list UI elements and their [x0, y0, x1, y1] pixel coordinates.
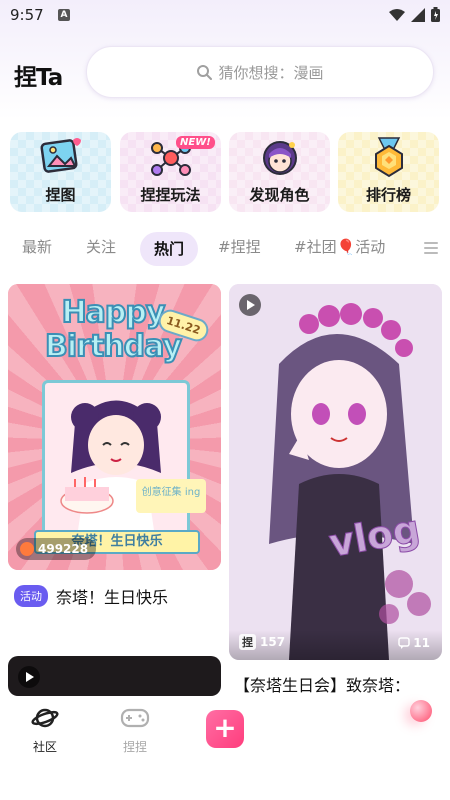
post-title: 奈塔！生日快乐: [56, 588, 169, 607]
flame-icon: [20, 542, 34, 556]
feature-discover-character[interactable]: 发现角色: [229, 132, 330, 212]
feature-label: 发现角色: [249, 186, 310, 204]
post-image-vlog[interactable]: vlog 捏 157 11: [229, 284, 442, 660]
status-bar: 9:57 A: [0, 0, 450, 30]
comment-count-value: 11: [413, 636, 430, 650]
new-badge: NEW!: [176, 136, 215, 149]
nav-label: 社区: [32, 740, 57, 754]
feature-row: 捏图 NEW! 捏捏玩法 发现角色 排行榜: [10, 132, 440, 212]
search-bar[interactable]: 猜你想搜：漫画: [86, 46, 434, 98]
status-icons: [389, 7, 440, 22]
hot-count: 499228: [16, 538, 97, 560]
art-tag: 创意征集 ing: [136, 479, 206, 513]
feature-label: 捏捏玩法: [140, 186, 201, 204]
nav-label: 捏捏: [122, 740, 147, 754]
post-caption[interactable]: 活动 奈塔！生日快乐: [14, 584, 168, 608]
feature-label: 捏图: [45, 186, 76, 204]
art-frame: [42, 380, 190, 540]
pinch-tag: 捏: [239, 634, 256, 650]
post-image-birthday[interactable]: Happy Birthday 11.22 创意征集 ing 奈塔！生日快乐 49…: [8, 284, 221, 570]
tab-pinch[interactable]: #捏捏: [218, 236, 261, 257]
hot-count-value: 499228: [38, 542, 89, 556]
tab-latest[interactable]: 最新: [22, 236, 52, 257]
floating-bubble-icon[interactable]: [410, 700, 432, 722]
comment-icon: [398, 637, 411, 649]
wifi-icon: [389, 8, 405, 21]
post-image-dark[interactable]: [8, 656, 221, 696]
feed-tabs: 最新 关注 热门 #捏捏 #社团🎈活动: [0, 232, 450, 268]
feature-pinch-image[interactable]: 捏图: [10, 132, 111, 212]
planet-icon: [31, 708, 59, 728]
activity-badge: 活动: [14, 585, 48, 607]
tab-hot[interactable]: 热门: [140, 232, 199, 266]
pinch-count-value: 157: [260, 635, 286, 649]
feature-label: 排行榜: [365, 186, 411, 204]
character-illustration: [60, 400, 161, 537]
signal-icon: [411, 7, 425, 22]
notification-icon: A: [58, 9, 70, 21]
nav-pinch[interactable]: 捏捏: [105, 706, 165, 755]
bottom-nav: 社区 捏捏 +: [0, 696, 450, 800]
tab-following[interactable]: 关注: [86, 236, 116, 257]
feature-pinch-play[interactable]: NEW! 捏捏玩法: [120, 132, 221, 212]
battery-icon: [431, 7, 440, 22]
add-button[interactable]: +: [206, 710, 244, 748]
medal-icon: [374, 137, 403, 178]
character-icon: [262, 141, 297, 175]
pinch-count: 捏 157: [239, 634, 285, 650]
tab-club-activity[interactable]: #社团🎈活动: [294, 236, 385, 257]
picture-icon: [39, 138, 81, 173]
video-play-icon: [239, 294, 261, 316]
character-illustration: [229, 284, 442, 660]
video-play-icon: [18, 666, 40, 688]
comment-count: 11: [398, 636, 430, 650]
search-icon: [197, 65, 213, 80]
search-placeholder: 猜你想搜：漫画: [218, 63, 324, 82]
gamepad-icon: [120, 708, 150, 728]
feature-leaderboard[interactable]: 排行榜: [338, 132, 439, 212]
nav-community[interactable]: 社区: [15, 706, 75, 755]
menu-icon[interactable]: [424, 242, 438, 256]
app-logo[interactable]: 捏Ta: [14, 58, 63, 92]
post-title[interactable]: 【奈塔生日会】致奈塔：: [234, 672, 410, 696]
status-time: 9:57: [10, 6, 44, 24]
